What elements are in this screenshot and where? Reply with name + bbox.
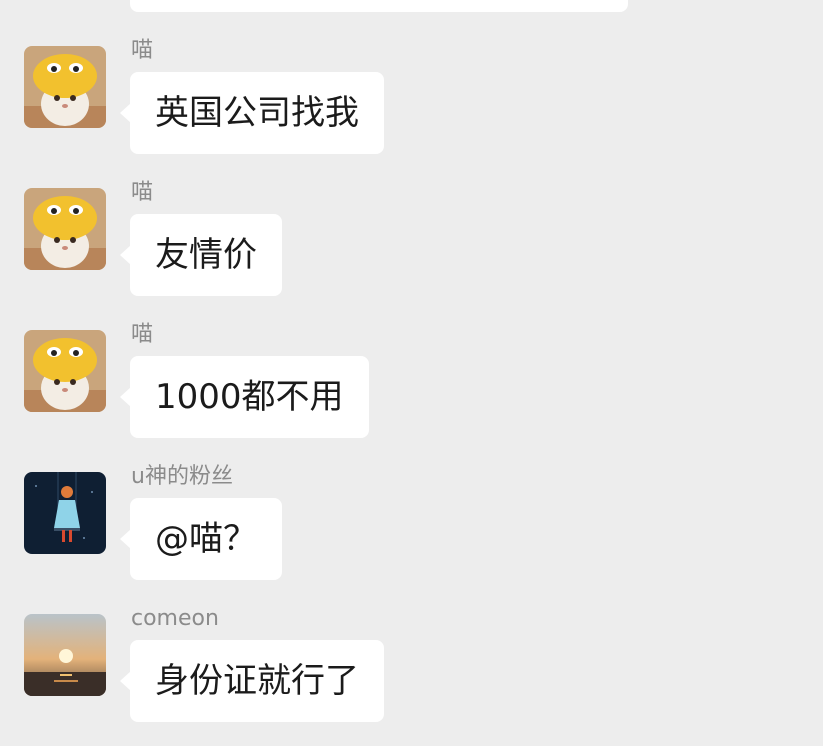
girl-on-swing-icon[interactable] [24, 472, 106, 554]
message-bubble[interactable]: 友情价 [120, 214, 282, 296]
cat-duck-hat-icon[interactable] [24, 188, 106, 270]
sender-name: 喵 [131, 322, 154, 347]
message-bubble[interactable]: 身份证就行了 [120, 640, 384, 722]
message-bubble[interactable]: 英国公司找我 [120, 72, 384, 154]
sender-name: 喵 [131, 38, 154, 63]
sender-name: 喵 [131, 180, 154, 205]
cat-duck-hat-icon[interactable] [24, 46, 106, 128]
cat-duck-hat-icon[interactable] [24, 330, 106, 412]
message-bubble[interactable]: 1000都不用 [120, 356, 369, 438]
previous-message-bubble[interactable] [130, 0, 628, 12]
message-bubble[interactable]: @喵？ [120, 498, 282, 580]
sunset-icon[interactable] [24, 614, 106, 696]
sender-name: u神的粉丝 [131, 464, 233, 489]
sender-name: comeon [131, 606, 219, 631]
